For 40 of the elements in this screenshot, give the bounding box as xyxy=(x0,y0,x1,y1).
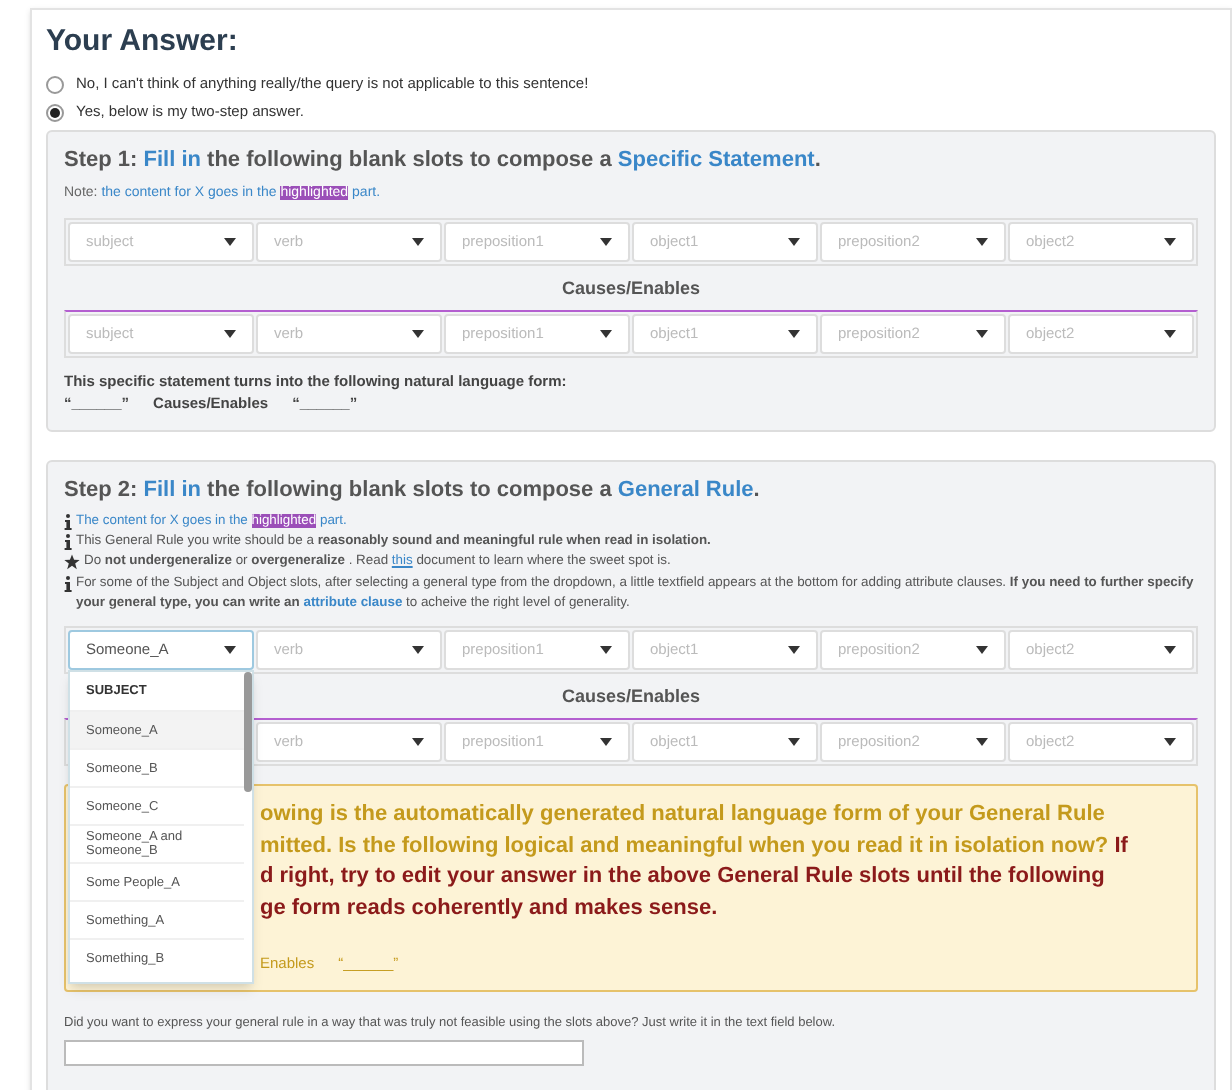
caret-icon xyxy=(976,238,988,246)
caret-icon xyxy=(1164,738,1176,747)
caret-icon xyxy=(976,330,988,338)
feedback-text: ge form reads coherently and makes sense. xyxy=(260,893,720,924)
radio-button[interactable] xyxy=(46,75,64,93)
info-icon xyxy=(64,534,72,551)
caret-icon xyxy=(600,330,612,338)
info-icon xyxy=(64,575,72,592)
caret-icon xyxy=(788,238,800,246)
caret-icon xyxy=(412,738,424,747)
feedback-text: mitted. Is the following logical and meaningful when you read it in isolation now? If xyxy=(260,831,1130,862)
caret-icon xyxy=(600,646,612,655)
caret-icon xyxy=(224,238,236,246)
section-title: Your Answer: xyxy=(46,22,240,62)
caret-icon xyxy=(976,646,988,655)
info-icon xyxy=(64,514,72,530)
caret-icon xyxy=(788,330,800,338)
connector-label: Causes/Enables xyxy=(561,684,701,709)
caret-icon xyxy=(1164,330,1176,338)
star-icon xyxy=(64,554,80,571)
caret-icon xyxy=(600,738,612,747)
caret-icon xyxy=(788,646,800,655)
caret-icon xyxy=(412,646,424,655)
feedback-text: d right, try to edit your answer in the above General Rule slots until the following xyxy=(260,862,1107,893)
caret-icon xyxy=(1164,646,1176,655)
step-heading: Step 1: Fill in the following blank slots to compose a Specific Statement. xyxy=(64,146,823,176)
step-heading: Step 2: Fill in the following blank slots to compose a General Rule. xyxy=(64,476,762,506)
feedback-text: owing is the automatically generated natural language form of your General Rule xyxy=(260,800,1107,831)
free-text-field[interactable] xyxy=(64,1040,584,1067)
caret-icon xyxy=(1164,238,1176,246)
scrollbar xyxy=(244,672,252,793)
caret-icon xyxy=(976,738,988,747)
caret-icon xyxy=(224,646,236,655)
radio-button[interactable] xyxy=(46,103,64,121)
connector-label: Causes/Enables xyxy=(561,276,701,300)
caret-icon xyxy=(788,738,800,747)
caret-icon xyxy=(600,238,612,246)
caret-icon xyxy=(412,330,424,338)
caret-icon xyxy=(224,330,236,338)
caret-icon xyxy=(412,238,424,246)
